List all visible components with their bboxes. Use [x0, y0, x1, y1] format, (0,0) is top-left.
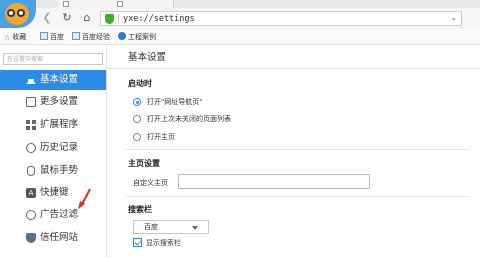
- bookmark-page-icon: [40, 32, 48, 40]
- startup-section-title: 启动时: [128, 79, 152, 88]
- sidebar-item-history[interactable]: 历史记录: [0, 138, 106, 158]
- sidebar-item-label: 扩展程序: [40, 119, 79, 130]
- settings-box-icon: [26, 97, 36, 107]
- settings-sidebar: 在设置中搜索 基本设置 更多设置 扩展程序 历史记录 鼠标手势 A 快捷键 广告…: [0, 46, 107, 258]
- favorites-label: 收藏: [12, 33, 27, 41]
- sidebar-item-label: 广告过滤: [40, 209, 79, 220]
- settings-main-panel: 基本设置 启动时 打开"网址导航页" 打开上次未关闭的页面列表 打开主页 主页设…: [108, 46, 480, 258]
- section-divider: [126, 196, 470, 197]
- shortcut-key-icon: A: [26, 188, 36, 198]
- bookmark-bar: ☆ 收藏 百度 百度经验 工程案例: [0, 29, 480, 45]
- favorites-button[interactable]: ☆ 收藏: [4, 32, 26, 42]
- homepage-section-title: 主页设置: [128, 159, 160, 168]
- sidebar-item-label: 基本设置: [40, 74, 79, 85]
- radio-button[interactable]: [133, 133, 141, 141]
- chevron-down-icon: [192, 226, 198, 230]
- radio-label: 打开主页: [147, 133, 175, 141]
- divider: [118, 14, 119, 24]
- radio-label: 打开"网址导航页": [147, 98, 203, 106]
- tab-strip: [0, 0, 480, 8]
- search-placeholder: 在设置中搜索: [7, 56, 44, 63]
- radio-button[interactable]: [133, 115, 141, 123]
- page-title: 基本设置: [128, 52, 167, 63]
- bookmark-item[interactable]: 百度: [40, 32, 64, 42]
- search-section-title: 搜索栏: [128, 205, 152, 214]
- sidebar-item-label: 更多设置: [40, 96, 79, 107]
- sidebar-item-extensions[interactable]: 扩展程序: [0, 115, 106, 135]
- sidebar-item-label: 鼠标手势: [40, 165, 79, 176]
- navigation-bar: ❮ ↻ ⌂ yxe://settings ⌄: [0, 8, 480, 29]
- browser-tab[interactable]: [112, 0, 174, 8]
- bookmark-item[interactable]: 百度经验: [72, 32, 110, 42]
- chevron-down-icon[interactable]: ⌄: [450, 13, 457, 22]
- sidebar-item-more-settings[interactable]: 更多设置: [0, 92, 106, 112]
- bookmark-label: 百度: [50, 33, 64, 41]
- checkbox-label: 显示搜索栏: [146, 239, 181, 247]
- security-shield-icon: [105, 14, 114, 24]
- mouse-icon: [27, 166, 35, 176]
- show-search-bar-checkbox[interactable]: [133, 238, 142, 247]
- bookmark-label: 工程案例: [128, 33, 156, 41]
- page-icon: [117, 1, 123, 7]
- extensions-grid-icon: [26, 120, 36, 130]
- avatar-eye: [17, 9, 25, 17]
- home-icon-base: [28, 79, 34, 84]
- selected-engine: 百度: [144, 223, 158, 231]
- section-divider: [126, 149, 470, 150]
- custom-homepage-label: 自定义主页: [133, 179, 168, 187]
- page-icon: [63, 1, 69, 7]
- sidebar-item-label: 信任网站: [40, 232, 79, 243]
- sidebar-item-label: 历史记录: [40, 142, 79, 153]
- page-header: 基本设置: [108, 46, 480, 69]
- custom-homepage-input[interactable]: [178, 174, 370, 189]
- bookmark-item[interactable]: 工程案例: [118, 32, 156, 42]
- radio-selected[interactable]: [133, 98, 141, 106]
- home-icon[interactable]: ⌂: [80, 11, 94, 25]
- sidebar-item-label: 快捷键: [40, 187, 69, 198]
- reload-icon[interactable]: ↻: [60, 11, 74, 25]
- sidebar-item-basic-settings[interactable]: 基本设置: [0, 70, 106, 90]
- radio-label: 打开上次未关闭的页面列表: [147, 115, 231, 123]
- sidebar-item-trusted-sites[interactable]: 信任网站: [0, 228, 106, 248]
- back-arrow-icon[interactable]: ❮: [40, 11, 54, 25]
- url-text[interactable]: yxe://settings: [123, 13, 195, 25]
- avatar-eye: [7, 9, 15, 17]
- address-bar[interactable]: yxe://settings ⌄: [100, 11, 462, 26]
- sidebar-item-mouse-gestures[interactable]: 鼠标手势: [0, 161, 106, 181]
- bookmark-label: 百度经验: [82, 33, 110, 41]
- history-clock-icon: [26, 143, 36, 153]
- bookmark-page-icon: [72, 32, 80, 40]
- settings-search-input[interactable]: 在设置中搜索: [3, 53, 103, 65]
- search-engine-select[interactable]: 百度: [133, 220, 209, 234]
- gear-icon: [118, 32, 126, 40]
- star-icon: ☆: [4, 34, 11, 42]
- annotation-arrow-icon: [78, 188, 91, 209]
- trusted-shield-icon: [26, 233, 36, 243]
- ad-block-icon: [26, 210, 36, 220]
